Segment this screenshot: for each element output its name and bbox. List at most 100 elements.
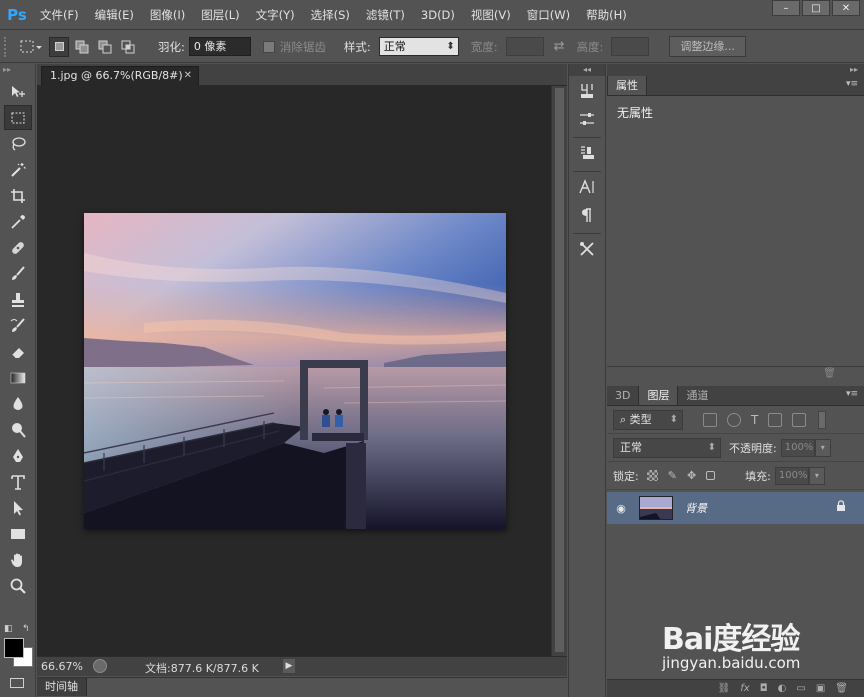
shape-tool[interactable] bbox=[4, 521, 32, 546]
marquee-tool[interactable] bbox=[4, 105, 32, 130]
menu-edit[interactable]: 编辑(E) bbox=[87, 0, 142, 30]
lock-transparent-icon[interactable] bbox=[646, 470, 658, 481]
add-mask-icon[interactable]: ◘ bbox=[760, 683, 768, 694]
status-icon[interactable] bbox=[93, 659, 107, 673]
menu-layer[interactable]: 图层(L) bbox=[193, 0, 247, 30]
filter-shape-icon[interactable] bbox=[768, 412, 783, 427]
type-tool[interactable] bbox=[4, 469, 32, 494]
toolbox-collapse-icon[interactable]: ▸▸ bbox=[0, 64, 35, 78]
swap-dimensions-icon[interactable]: ⇄ bbox=[554, 39, 565, 54]
blur-tool[interactable] bbox=[4, 391, 32, 416]
tool-preset-picker[interactable] bbox=[16, 36, 46, 58]
timeline-tab[interactable]: 时间轴 bbox=[37, 678, 87, 696]
antialias-checkbox[interactable] bbox=[262, 40, 275, 53]
lock-all-icon[interactable] bbox=[706, 471, 716, 480]
add-selection-button[interactable] bbox=[72, 37, 92, 57]
fill-dropdown[interactable]: ▾ bbox=[808, 466, 825, 485]
menu-filter[interactable]: 滤镜(T) bbox=[358, 0, 413, 30]
document-tab[interactable]: 1.jpg @ 66.7%(RGB/8#) ✕ bbox=[41, 66, 199, 86]
intersect-selection-button[interactable] bbox=[118, 37, 138, 57]
gradient-tool[interactable] bbox=[4, 365, 32, 390]
history-panel-button[interactable] bbox=[573, 78, 601, 104]
tool-presets-panel-button[interactable] bbox=[573, 236, 601, 262]
right-panel-collapse-icon[interactable]: ▸▸ bbox=[607, 64, 864, 76]
lock-position-icon[interactable]: ✥ bbox=[687, 469, 696, 482]
new-group-icon[interactable]: ▭ bbox=[796, 683, 805, 694]
style-select[interactable]: 正常 bbox=[378, 37, 459, 56]
quick-mask-icon[interactable] bbox=[10, 678, 24, 688]
menu-image[interactable]: 图像(I) bbox=[142, 0, 193, 30]
character-panel-button[interactable] bbox=[573, 174, 601, 200]
healing-brush-tool[interactable] bbox=[4, 235, 32, 260]
new-selection-button[interactable] bbox=[49, 36, 69, 57]
tab-properties[interactable]: 属性 bbox=[607, 76, 647, 95]
refine-edge-button[interactable]: 调整边缘... bbox=[669, 36, 746, 57]
default-colors-icon[interactable]: ◧ bbox=[4, 624, 13, 634]
lock-paint-icon[interactable]: ✎ bbox=[668, 469, 677, 482]
strip-collapse-icon[interactable]: ◂◂ bbox=[569, 64, 605, 76]
scrollbar-thumb[interactable] bbox=[555, 88, 564, 652]
delete-layer-icon[interactable]: 🗑 bbox=[835, 683, 848, 694]
properties-trash-icon[interactable]: 🗑 bbox=[823, 368, 836, 379]
adjustment-layer-icon[interactable]: ◐ bbox=[778, 683, 787, 694]
paragraph-panel-button[interactable] bbox=[573, 202, 601, 228]
tab-layers[interactable]: 图层 bbox=[638, 386, 679, 405]
close-tab-icon[interactable]: ✕ bbox=[184, 67, 192, 85]
tab-channels[interactable]: 通道 bbox=[678, 386, 716, 405]
menu-select[interactable]: 选择(S) bbox=[303, 0, 358, 30]
brush-tool[interactable] bbox=[4, 261, 32, 286]
fill-input[interactable]: 100% bbox=[774, 466, 809, 485]
opacity-dropdown[interactable]: ▾ bbox=[814, 438, 831, 457]
layer-filter-select[interactable]: ⌕ 类型 bbox=[613, 409, 683, 430]
vertical-scrollbar[interactable] bbox=[551, 86, 567, 656]
zoom-tool[interactable] bbox=[4, 573, 32, 598]
swap-colors-icon[interactable]: ↰ bbox=[22, 624, 30, 634]
filter-toggle[interactable] bbox=[818, 410, 827, 429]
menu-file[interactable]: 文件(F) bbox=[32, 0, 87, 30]
layer-name[interactable]: 背景 bbox=[685, 500, 707, 516]
layers-menu-icon[interactable]: ▾≡ bbox=[846, 389, 858, 399]
opacity-input[interactable]: 100% bbox=[780, 438, 815, 457]
zoom-level[interactable]: 66.67% bbox=[41, 660, 83, 673]
new-layer-icon[interactable]: ▣ bbox=[816, 683, 825, 694]
eraser-tool[interactable] bbox=[4, 339, 32, 364]
filter-smart-icon[interactable] bbox=[792, 412, 807, 427]
visibility-eye-icon[interactable]: ◉ bbox=[611, 502, 631, 515]
history-brush-tool[interactable] bbox=[4, 313, 32, 338]
feather-input[interactable]: 0 像素 bbox=[188, 37, 251, 56]
blend-mode-select[interactable]: 正常 bbox=[613, 437, 721, 458]
properties-menu-icon[interactable]: ▾≡ bbox=[846, 79, 858, 89]
menu-window[interactable]: 窗口(W) bbox=[519, 0, 578, 30]
filter-adjustment-icon[interactable] bbox=[727, 412, 741, 427]
height-input[interactable] bbox=[611, 37, 650, 56]
minimize-button[interactable]: – bbox=[772, 0, 800, 16]
magic-wand-tool[interactable] bbox=[4, 157, 32, 182]
move-tool[interactable] bbox=[4, 79, 32, 104]
dodge-tool[interactable] bbox=[4, 417, 32, 442]
filter-type-icon[interactable]: T bbox=[751, 413, 758, 427]
width-input[interactable] bbox=[505, 37, 544, 56]
foreground-color[interactable] bbox=[4, 638, 24, 658]
tab-3d[interactable]: 3D bbox=[607, 386, 638, 405]
crop-tool[interactable] bbox=[4, 183, 32, 208]
clone-stamp-tool[interactable] bbox=[4, 287, 32, 312]
menu-view[interactable]: 视图(V) bbox=[463, 0, 519, 30]
link-layers-icon[interactable]: ⛓ bbox=[718, 683, 731, 694]
eyedropper-tool[interactable] bbox=[4, 209, 32, 234]
layer-row-background[interactable]: ◉ 背景 bbox=[607, 492, 864, 524]
filter-pixel-icon[interactable] bbox=[703, 412, 717, 427]
canvas-area[interactable] bbox=[37, 86, 551, 656]
fx-icon[interactable]: fx bbox=[740, 683, 749, 694]
maximize-button[interactable]: □ bbox=[802, 0, 830, 16]
hand-tool[interactable] bbox=[4, 547, 32, 572]
adjustments-panel-button[interactable] bbox=[573, 106, 601, 132]
status-menu-arrow-icon[interactable]: ▶ bbox=[283, 659, 295, 673]
path-selection-tool[interactable] bbox=[4, 495, 32, 520]
swatches-panel-button[interactable] bbox=[573, 140, 601, 166]
menu-help[interactable]: 帮助(H) bbox=[578, 0, 635, 30]
menu-3d[interactable]: 3D(D) bbox=[413, 0, 463, 30]
menu-type[interactable]: 文字(Y) bbox=[248, 0, 303, 30]
lasso-tool[interactable] bbox=[4, 131, 32, 156]
close-button[interactable]: ✕ bbox=[832, 0, 860, 16]
subtract-selection-button[interactable] bbox=[95, 37, 115, 57]
